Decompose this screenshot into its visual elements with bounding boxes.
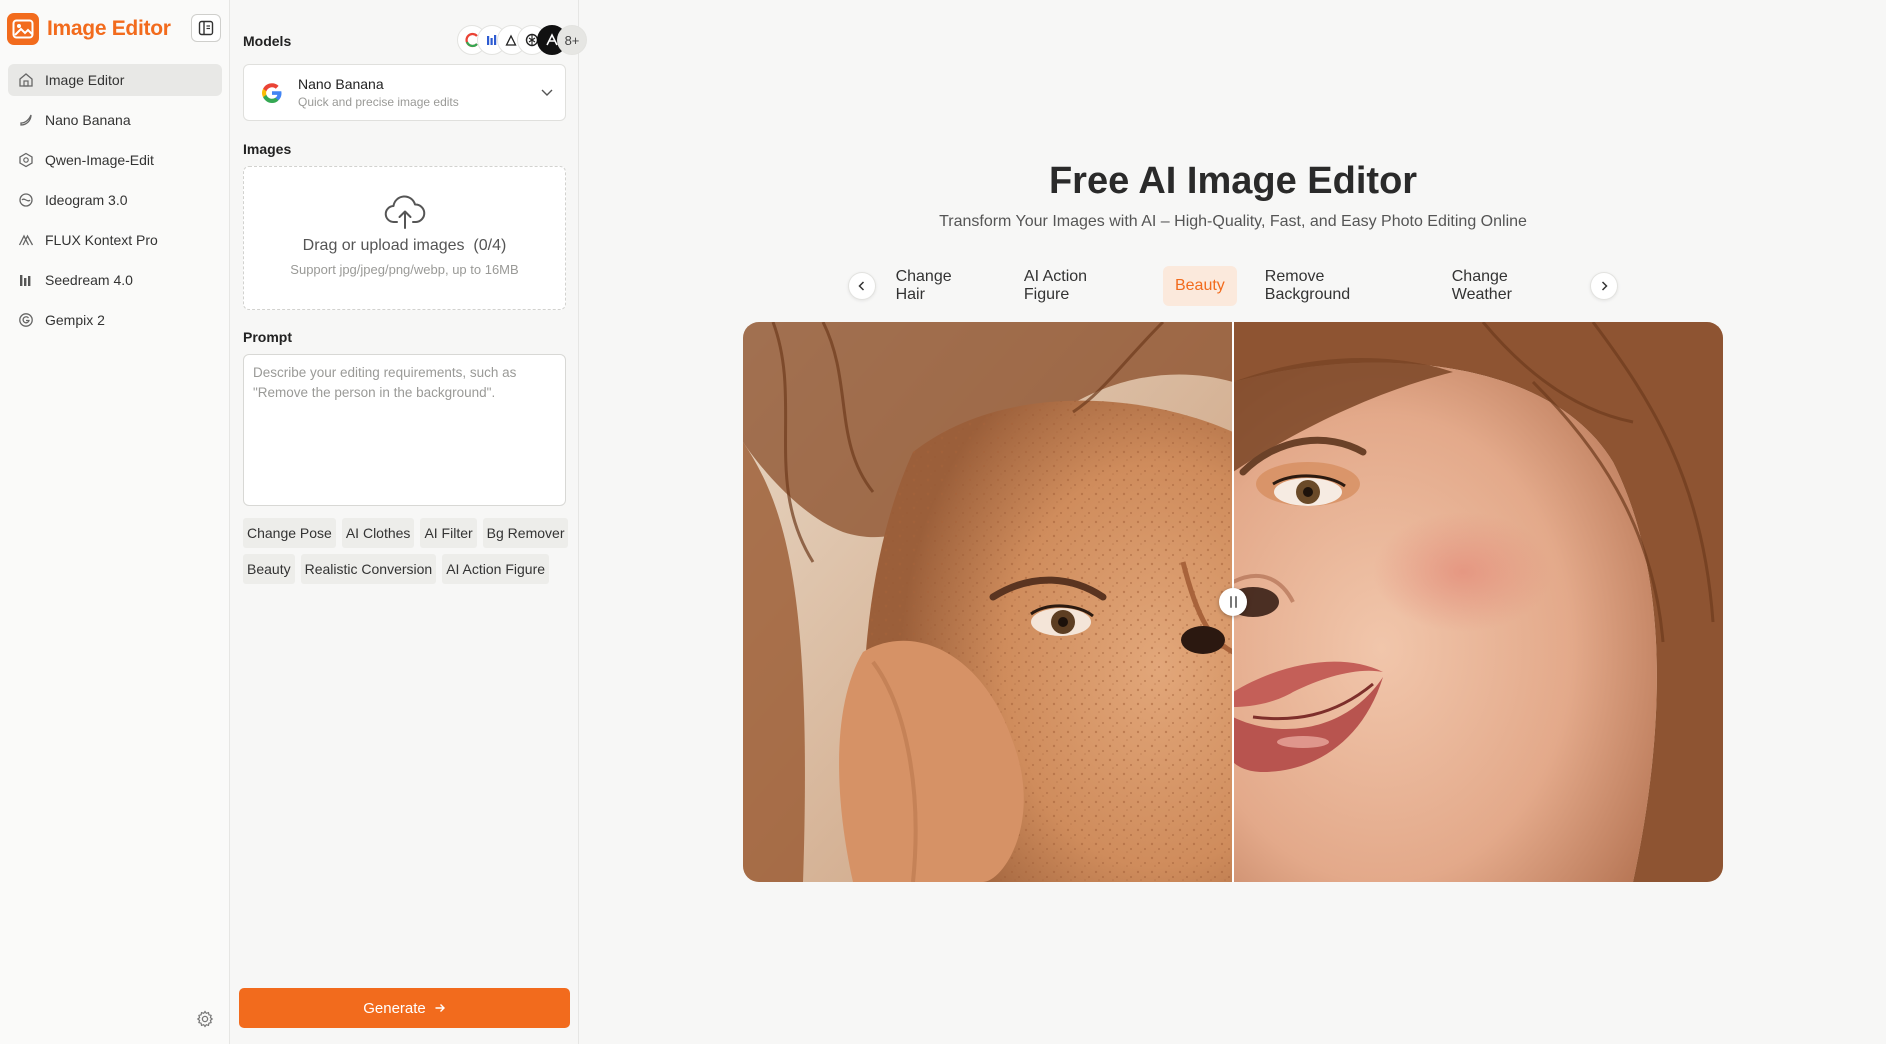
banana-icon	[17, 111, 35, 129]
sidebar-item-gempix[interactable]: Gempix 2	[8, 304, 222, 336]
preset-chip-ai-filter[interactable]: AI Filter	[420, 518, 477, 548]
tab-ai-action-figure[interactable]: AI Action Figure	[1012, 266, 1147, 306]
sidebar-item-label: Gempix 2	[45, 312, 105, 328]
before-after-comparison[interactable]	[743, 322, 1723, 882]
qwen-icon	[17, 151, 35, 169]
comparison-slider-handle[interactable]	[1219, 588, 1247, 616]
cloud-upload-icon	[384, 195, 426, 231]
sidebar-item-label: Seedream 4.0	[45, 272, 133, 288]
sidebar-item-qwen-image-edit[interactable]: Qwen-Image-Edit	[8, 144, 222, 176]
preset-chip-realistic-conversion[interactable]: Realistic Conversion	[300, 554, 437, 584]
selected-model-name: Nano Banana	[298, 76, 384, 92]
tab-change-hair[interactable]: Change Hair	[884, 266, 996, 306]
prompt-input[interactable]	[243, 354, 566, 506]
model-select-dropdown[interactable]: Nano Banana Quick and precise image edit…	[243, 64, 566, 121]
sidebar-item-label: FLUX Kontext Pro	[45, 232, 158, 248]
before-image	[743, 322, 1233, 882]
gempix-icon	[17, 311, 35, 329]
sidebar-item-seedream[interactable]: Seedream 4.0	[8, 264, 222, 296]
models-label: Models	[243, 33, 292, 49]
gear-icon	[196, 1010, 214, 1028]
preset-chip-ai-clothes[interactable]: AI Clothes	[341, 518, 415, 548]
images-label: Images	[243, 141, 292, 157]
chevron-right-icon	[1602, 281, 1608, 291]
chevron-down-icon	[541, 89, 553, 96]
preset-chip-ai-action-figure[interactable]: AI Action Figure	[442, 554, 550, 584]
chevron-left-icon	[858, 281, 864, 291]
sidebar-item-flux-kontext-pro[interactable]: FLUX Kontext Pro	[8, 224, 222, 256]
sidebar-item-label: Ideogram 3.0	[45, 192, 128, 208]
image-upload-dropzone[interactable]: Drag or upload images (0/4) Support jpg/…	[243, 166, 566, 310]
model-avatars[interactable]: 8+	[457, 24, 587, 56]
sidebar-toggle-icon	[198, 20, 214, 36]
collapse-sidebar-button[interactable]	[191, 14, 221, 42]
sidebar-item-nano-banana[interactable]: Nano Banana	[8, 104, 222, 136]
example-tabs: Change Hair AI Action Figure Beauty Remo…	[848, 266, 1618, 306]
preset-chip-beauty[interactable]: Beauty	[243, 554, 295, 584]
sidebar-item-label: Nano Banana	[45, 112, 131, 128]
after-image	[1233, 322, 1723, 882]
settings-button[interactable]	[194, 1008, 216, 1030]
tab-beauty[interactable]: Beauty	[1162, 266, 1237, 306]
seedream-icon	[17, 271, 35, 289]
main-content: Free AI Image Editor Transform Your Imag…	[580, 0, 1886, 1044]
generate-label: Generate	[363, 999, 426, 1017]
flux-icon	[17, 231, 35, 249]
google-icon	[258, 79, 286, 107]
upload-format-hint: Support jpg/jpeg/png/webp, up to 16MB	[290, 262, 519, 277]
arrow-right-icon	[435, 1004, 445, 1012]
upload-instructions: Drag or upload images	[302, 237, 465, 254]
tabs-next-button[interactable]	[1590, 272, 1618, 300]
prompt-presets: Change Pose AI Clothes AI Filter Bg Remo…	[243, 518, 573, 584]
brand[interactable]: Image Editor	[7, 13, 171, 45]
tabs-prev-button[interactable]	[848, 272, 876, 300]
preset-chip-bg-remover[interactable]: Bg Remover	[482, 518, 569, 548]
prompt-label: Prompt	[243, 329, 292, 345]
upload-count: (0/4)	[473, 237, 507, 254]
sidebar-item-ideogram[interactable]: Ideogram 3.0	[8, 184, 222, 216]
brand-title: Image Editor	[47, 17, 171, 40]
home-icon	[17, 71, 35, 89]
tab-change-weather[interactable]: Change Weather	[1440, 266, 1583, 306]
tab-remove-background[interactable]: Remove Background	[1253, 266, 1424, 306]
page-subtitle: Transform Your Images with AI – High-Qua…	[939, 213, 1527, 230]
sidebar-item-label: Image Editor	[45, 72, 125, 88]
sidebar-nav: Image Editor Nano Banana Qwen-Image-Edit…	[8, 64, 222, 344]
sidebar: Image Editor Image Editor Nano Banana Qw…	[0, 0, 230, 1044]
page-title: Free AI Image Editor	[1048, 160, 1418, 202]
ideogram-icon	[17, 191, 35, 209]
sidebar-item-label: Qwen-Image-Edit	[45, 152, 154, 168]
generate-button[interactable]: Generate	[239, 988, 570, 1028]
image-editor-logo-icon	[7, 13, 39, 45]
selected-model-description: Quick and precise image edits	[298, 95, 459, 109]
sidebar-item-image-editor[interactable]: Image Editor	[8, 64, 222, 96]
editor-panel: Models 8+ Nano Banana Quick and precise …	[231, 0, 587, 1044]
preset-chip-change-pose[interactable]: Change Pose	[243, 518, 336, 548]
